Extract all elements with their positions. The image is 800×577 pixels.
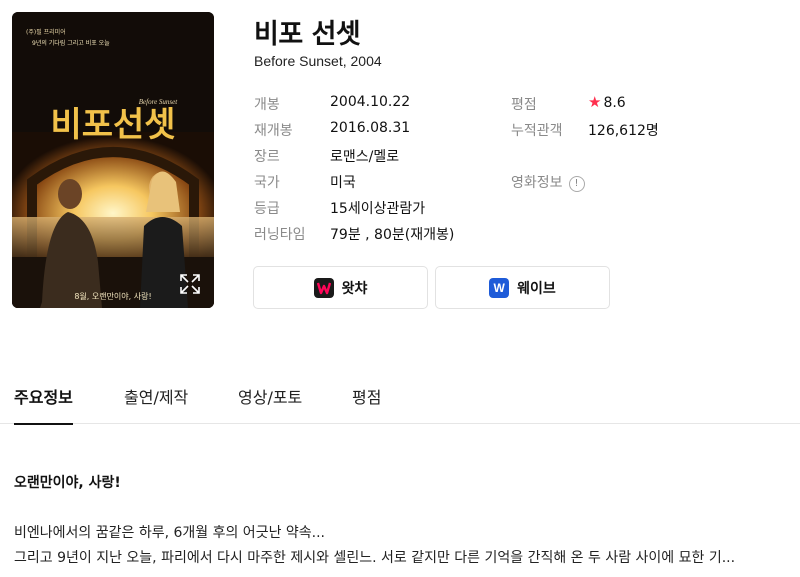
- tab-bar: 주요정보 출연/제작 영상/포토 평점: [0, 370, 800, 425]
- tab-cast-crew[interactable]: 출연/제작: [124, 384, 188, 424]
- rerelease-label: 재개봉: [254, 123, 293, 139]
- wavve-button[interactable]: W 웨이브: [435, 266, 610, 309]
- runtime-value: 79분 , 80분(재개봉): [330, 227, 455, 243]
- poster-credit: (주)필 프리미어: [26, 28, 66, 36]
- release-value: 2004.10.22: [330, 94, 411, 110]
- info-icon[interactable]: !: [568, 175, 585, 192]
- poster-english-title: Before Sunset: [139, 98, 178, 106]
- country-label: 국가: [254, 175, 280, 191]
- poster-artwork: 비포선셋 Before Sunset (주)필 프리미어 9년의 기다림 그리고…: [12, 12, 214, 308]
- rating-grade-label: 등급: [254, 201, 280, 217]
- poster-tagline-top: 9년의 기다림 그리고 비포 오늘: [32, 39, 110, 47]
- score-value: ★ 8.6: [588, 93, 626, 111]
- wavve-logo-icon: W: [489, 277, 510, 298]
- genre-label: 장르: [254, 149, 280, 165]
- poster-tagline-bottom: 8월, 오랜만이야, 사랑!: [74, 291, 151, 301]
- audience-label: 누적관객: [511, 123, 563, 139]
- page-title: 비포 선셋: [254, 19, 361, 50]
- rating-grade-value: 15세이상관람가: [330, 201, 426, 217]
- tab-main-info[interactable]: 주요정보: [14, 384, 73, 425]
- score-number: 8.6: [603, 95, 626, 111]
- country-value: 미국: [330, 175, 356, 191]
- watcha-label: 왓챠: [341, 280, 368, 297]
- expand-icon[interactable]: [178, 272, 202, 296]
- tab-reviews[interactable]: 평점: [352, 384, 381, 424]
- release-label: 개봉: [254, 97, 280, 113]
- star-icon: ★: [588, 93, 602, 111]
- synopsis-line-1: 비엔나에서의 꿈같은 하루, 6개월 후의 어긋난 약속...: [14, 525, 326, 541]
- movie-poster[interactable]: 비포선셋 Before Sunset (주)필 프리미어 9년의 기다림 그리고…: [12, 12, 214, 308]
- tab-video-photo[interactable]: 영상/포토: [238, 384, 302, 424]
- movie-info-link[interactable]: 영화정보!: [511, 172, 585, 192]
- poster-title-text: 비포선셋: [50, 105, 175, 145]
- watcha-logo-icon: [313, 277, 334, 298]
- genre-value: 로맨스/멜로: [330, 149, 400, 165]
- synopsis-line-2: 그리고 9년이 지난 오늘, 파리에서 다시 마주한 제시와 셀린느. 서로 같…: [14, 550, 736, 566]
- movie-subtitle: Before Sunset, 2004: [254, 53, 382, 69]
- movie-info-label: 영화정보: [511, 175, 563, 191]
- audience-value: 126,612명: [588, 123, 659, 139]
- synopsis-title: 오랜만이야, 사랑!: [14, 475, 121, 491]
- wavve-label: 웨이브: [517, 280, 556, 297]
- score-label: 평점: [511, 97, 537, 113]
- watcha-button[interactable]: 왓챠: [253, 266, 428, 309]
- rerelease-value: 2016.08.31: [330, 120, 411, 136]
- runtime-label: 러닝타임: [254, 227, 306, 243]
